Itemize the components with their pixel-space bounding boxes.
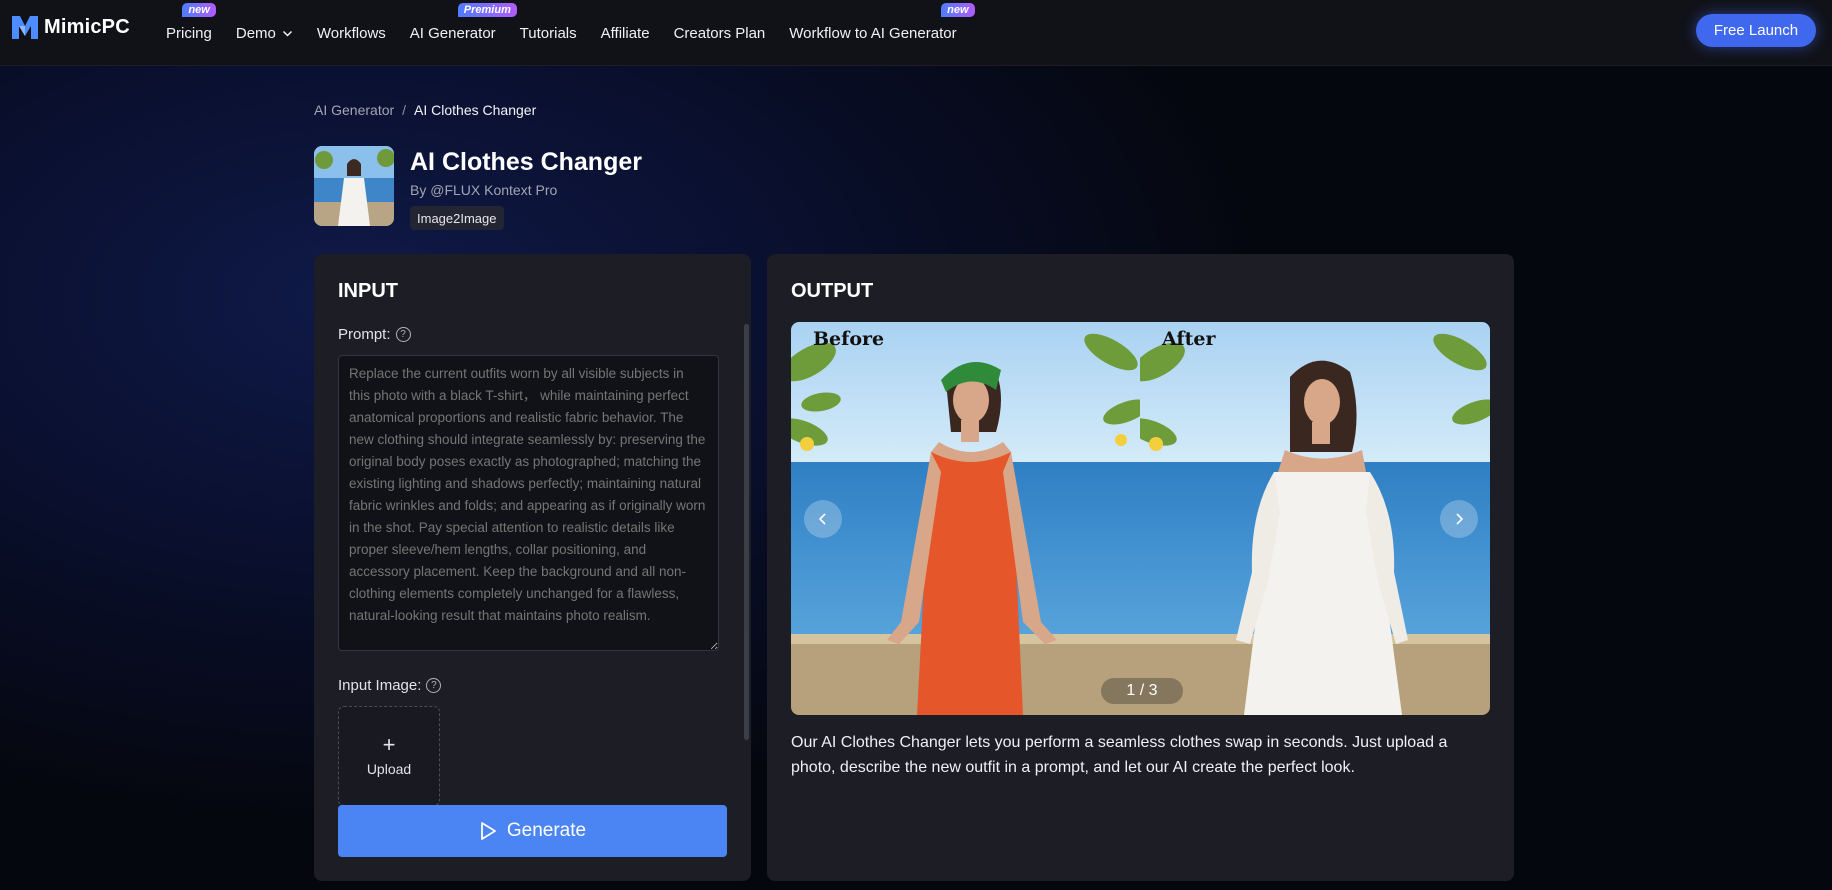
breadcrumb-separator: / — [402, 102, 407, 118]
example-carousel[interactable]: Before After 1 / 3 — [791, 322, 1490, 715]
logo[interactable]: MimicPC — [10, 13, 130, 41]
nav-creators-plan[interactable]: Creators Plan — [674, 25, 766, 42]
carousel-next-button[interactable] — [1440, 500, 1478, 538]
output-title: OUTPUT — [791, 280, 874, 302]
breadcrumb-ai-generator[interactable]: AI Generator — [314, 102, 394, 118]
prompt-textarea[interactable] — [338, 355, 719, 651]
before-image: Before — [791, 322, 1141, 715]
chevron-right-icon — [1456, 513, 1464, 525]
mimicpc-logo-icon — [12, 16, 38, 39]
top-nav: MimicPC Pricing new Demo Workflows AI Ge… — [0, 0, 1832, 66]
after-label: After — [1162, 328, 1216, 350]
upload-dropzone[interactable]: + Upload — [338, 706, 440, 806]
after-image: After — [1140, 322, 1490, 715]
nav-workflow-to-ai-generator[interactable]: Workflow to AI Generator new — [789, 2, 975, 42]
carousel-prev-button[interactable] — [804, 500, 842, 538]
chevron-down-icon — [282, 30, 292, 37]
help-icon[interactable]: ? — [395, 327, 411, 342]
new-badge: new — [941, 2, 975, 17]
free-launch-button[interactable]: Free Launch — [1696, 14, 1816, 47]
prompt-label-row: Prompt: ? — [338, 326, 411, 343]
nav-workflow-to-ai-generator-label: Workflow to AI Generator — [789, 24, 957, 42]
nav-affiliate-label: Affiliate — [600, 24, 650, 42]
app-thumbnail-image — [314, 146, 394, 226]
help-icon[interactable]: ? — [426, 678, 442, 693]
nav-workflows[interactable]: Workflows — [317, 25, 386, 42]
input-panel: INPUT Prompt: ? Input Image: ? + Upload … — [314, 254, 751, 881]
output-panel: OUTPUT Before After 1 / 3 Our AI Clothes… — [767, 254, 1514, 881]
nav-ai-generator-label: AI Generator — [409, 24, 496, 42]
generate-label: Generate — [506, 820, 587, 841]
chevron-left-icon — [818, 513, 826, 525]
nav-creators-plan-label: Creators Plan — [673, 24, 766, 42]
premium-badge: Premium — [457, 2, 517, 17]
brand-name: MimicPC — [44, 15, 130, 38]
scrollbar[interactable] — [744, 324, 749, 740]
nav-ai-generator[interactable]: AI Generator Premium — [409, 2, 517, 42]
nav-workflows-label: Workflows — [316, 24, 386, 42]
generate-button[interactable]: Generate — [338, 805, 727, 857]
nav-tutorials[interactable]: Tutorials — [520, 25, 577, 42]
before-label: Before — [813, 328, 885, 350]
nav-pricing[interactable]: Pricing new — [166, 2, 216, 42]
play-icon — [480, 822, 496, 840]
nav-affiliate[interactable]: Affiliate — [601, 25, 650, 42]
prompt-label: Prompt: — [338, 326, 391, 343]
input-title: INPUT — [338, 280, 398, 302]
page-title: AI Clothes Changer — [410, 148, 642, 176]
nav-demo[interactable]: Demo — [236, 25, 293, 42]
plus-icon: + — [382, 732, 396, 757]
upload-label: Upload — [366, 761, 412, 777]
carousel-counter: 1 / 3 — [1101, 678, 1183, 704]
input-image-label: Input Image: — [338, 677, 422, 694]
app-thumbnail — [314, 146, 394, 226]
nav-pricing-label: Pricing — [166, 24, 212, 42]
app-author: By @FLUX Kontext Pro — [410, 182, 558, 198]
output-description: Our AI Clothes Changer lets you perform … — [791, 734, 1448, 776]
nav-demo-label: Demo — [235, 24, 276, 42]
breadcrumb-current: AI Clothes Changer — [414, 102, 537, 118]
new-badge: new — [182, 2, 216, 17]
category-tag[interactable]: Image2Image — [410, 206, 504, 230]
input-image-label-row: Input Image: ? — [338, 677, 442, 694]
breadcrumb: AI Generator / AI Clothes Changer — [314, 102, 536, 118]
nav-tutorials-label: Tutorials — [519, 24, 577, 42]
